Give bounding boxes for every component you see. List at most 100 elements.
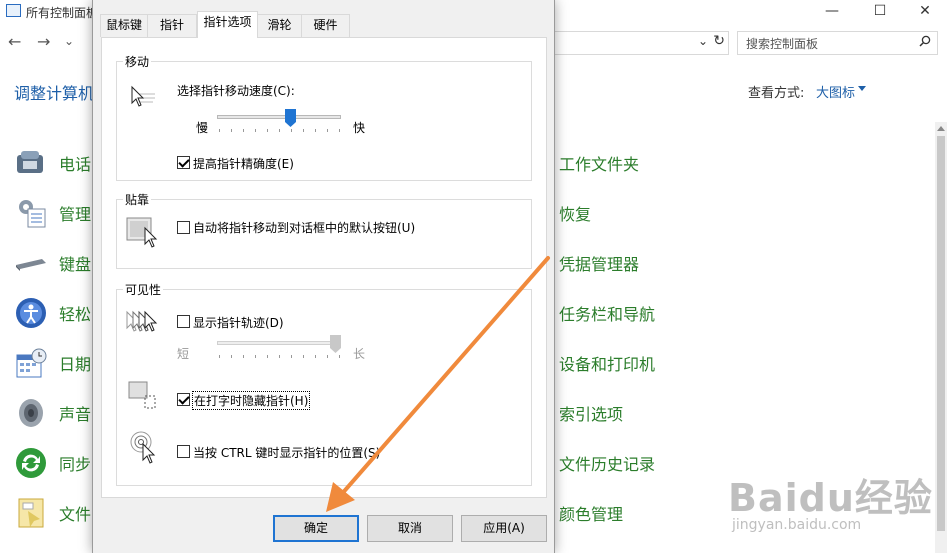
slider-tick [339,129,340,132]
pointer-speed-ticks [219,129,340,133]
slider-tick [267,355,268,358]
address-box[interactable]: ⌄ ↻ [553,31,729,55]
snap-to-checkbox[interactable] [177,221,190,234]
pointer-speed-label: 选择指针移动速度(C): [177,84,295,98]
precision-label[interactable]: 提高指针精确度(E) [193,155,294,172]
view-by-chevron-icon[interactable] [858,86,866,91]
cp-item-label: 声音 [59,405,92,424]
scroll-up-icon[interactable] [937,126,945,131]
show-location-ctrl-checkbox[interactable] [177,445,190,458]
cp-item-label: 管理 [59,205,92,224]
scrollbar-thumb[interactable] [937,136,945,531]
visibility-group: 可见性 显示指针轨迹(D) 短 长 在打字时隐藏指针(H) 当按 CTRL 键时… [116,281,532,486]
watermark-url: jingyan.baidu.com [732,517,862,533]
slider-tick [327,355,328,358]
pointer-trails-checkbox[interactable] [177,315,190,328]
tab-wheel[interactable]: 滑轮 [257,14,302,37]
slider-tick [279,355,280,358]
watermark: Baidu经验 jingyan.baidu.com [728,455,938,545]
ok-button[interactable]: 确定 [273,515,359,542]
slider-tick [291,355,292,358]
date-time-icon [16,348,47,378]
control-panel-icon [6,4,21,17]
minimize-button[interactable]: — [809,0,855,24]
cp-item-devices-printers[interactable]: 设备和打印机 [559,351,655,375]
slider-tick [339,355,340,358]
watermark-brand: Baidu经验 [728,476,933,520]
search-input[interactable]: 搜索控制面板 [737,31,938,55]
cp-item-label: 轻松 [59,305,92,324]
refresh-icon[interactable]: ↻ [713,33,725,49]
slider-tick [219,355,220,358]
pointer-trails-slider [330,335,341,353]
slider-tick [219,129,220,132]
precision-checkbox[interactable] [177,156,190,169]
file-explorer-icon [18,498,44,528]
slider-tick [303,129,304,132]
forward-button[interactable]: → [37,32,50,51]
slider-tick [291,129,292,132]
address-dropdown-icon[interactable]: ⌄ [698,34,708,48]
fast-label: 快 [353,121,366,135]
slider-tick [255,129,256,132]
cp-item-credential-manager[interactable]: 凭据管理器 [559,251,639,275]
snap-to-label[interactable]: 自动将指针移动到对话框中的默认按钮(U) [193,219,415,236]
tab-hardware[interactable]: 硬件 [301,14,350,37]
page-heading: 调整计算机 [14,84,95,103]
cp-item-indexing[interactable]: 索引选项 [559,401,623,425]
cp-item-work-folders[interactable]: 工作文件夹 [559,151,639,175]
keyboard-icon [16,259,46,271]
snap-to-group-title: 贴靠 [123,191,152,208]
cp-item-label: 键盘 [59,255,92,274]
slider-tick [255,355,256,358]
cp-item-file-history[interactable]: 文件历史记录 [559,451,655,475]
view-by-dropdown[interactable]: 大图标 [816,82,855,101]
hide-while-typing-checkbox[interactable] [177,393,190,406]
tab-buttons[interactable]: 鼠标键 [100,14,148,37]
tab-pointers[interactable]: 指针 [147,14,197,37]
pointer-trails-label[interactable]: 显示指针轨迹(D) [193,314,284,331]
show-location-icon [130,431,156,464]
mouse-properties-dialog: 鼠标键 指针 指针选项 滑轮 硬件 移动 选择指针移动速度(C): 慢 快 提高… [92,0,555,553]
tab-panel: 移动 选择指针移动速度(C): 慢 快 提高指针精确度(E) 贴靠 自动将指针移… [101,37,547,498]
speaker-icon [19,399,43,427]
back-button[interactable]: ← [8,32,21,51]
slider-tick [231,355,232,358]
admin-tools-icon [19,200,46,228]
long-label: 长 [353,347,366,361]
pointer-speed-icon [131,85,155,107]
window-title: 所有控制面板 [26,6,99,20]
show-location-ctrl-label[interactable]: 当按 CTRL 键时显示指针的位置(S) [193,444,380,461]
slider-tick [327,129,328,132]
maximize-button[interactable]: ☐ [857,0,903,24]
hide-while-typing-label[interactable]: 在打字时隐藏指针(H) [191,391,311,410]
visibility-group-title: 可见性 [123,281,164,298]
slider-tick [279,129,280,132]
cp-item-taskbar[interactable]: 任务栏和导航 [559,301,655,325]
slow-label: 慢 [196,121,209,135]
pointer-speed-slider[interactable] [284,109,296,127]
recent-locations-button[interactable]: ⌄ [64,34,74,48]
cancel-button[interactable]: 取消 [367,515,453,542]
pointer-speed-track[interactable] [217,115,341,119]
snap-to-button-icon [126,217,158,248]
apply-button[interactable]: 应用(A) [461,515,547,542]
slider-tick [267,129,268,132]
close-button[interactable]: ✕ [902,0,947,24]
search-placeholder: 搜索控制面板 [746,37,819,51]
pointer-trails-track [217,341,341,345]
sync-center-icon [16,448,46,478]
motion-group-title: 移动 [123,53,152,70]
cp-item-label: 电话 [59,155,92,174]
search-icon[interactable] [919,35,931,47]
slider-tick [315,355,316,358]
cp-item-recovery[interactable]: 恢复 [559,201,591,225]
ease-of-access-icon [16,298,46,328]
tab-strip: 鼠标键 指针 指针选项 滑轮 硬件 [100,11,540,38]
tab-pointer-options[interactable]: 指针选项 [197,11,258,38]
cp-item-label: 同步 [59,455,92,474]
cp-item-color-management[interactable]: 颜色管理 [559,501,623,525]
pointer-trails-ticks [219,355,340,359]
slider-tick [243,355,244,358]
slider-tick [315,129,316,132]
